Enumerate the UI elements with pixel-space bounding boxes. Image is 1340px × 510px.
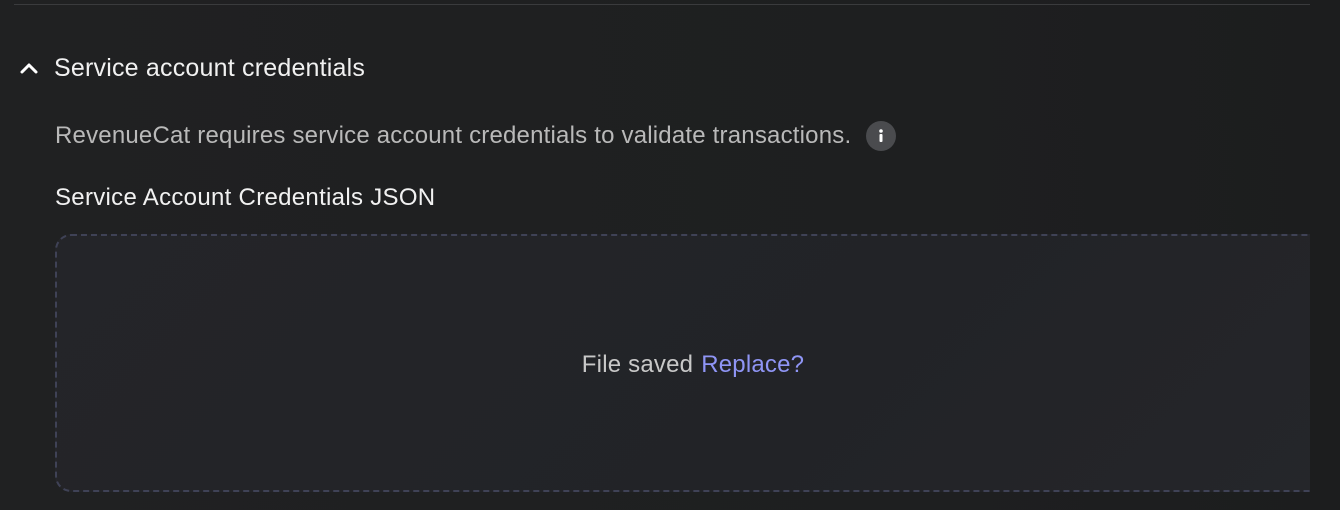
file-saved-label: File saved <box>581 351 694 378</box>
replace-link[interactable]: Replace? <box>701 351 804 379</box>
description-text: RevenueCat requires service account cred… <box>55 122 852 149</box>
file-dropzone[interactable]: File saved Replace? <box>55 234 1340 492</box>
field-label: Service Account Credentials JSON <box>55 184 436 211</box>
section-description: RevenueCat requires service account cred… <box>55 118 897 154</box>
section-title: Service account credentials <box>54 53 366 82</box>
dropzone-message: File saved Replace? <box>57 236 1329 494</box>
section-divider <box>14 4 1310 5</box>
section-toggle[interactable]: Service account credentials <box>14 48 365 88</box>
chevron-up-icon[interactable] <box>14 53 44 83</box>
service-credentials-panel: Service account credentials RevenueCat r… <box>0 0 1340 510</box>
info-icon[interactable] <box>866 121 897 151</box>
panel-edge <box>1310 0 1340 510</box>
